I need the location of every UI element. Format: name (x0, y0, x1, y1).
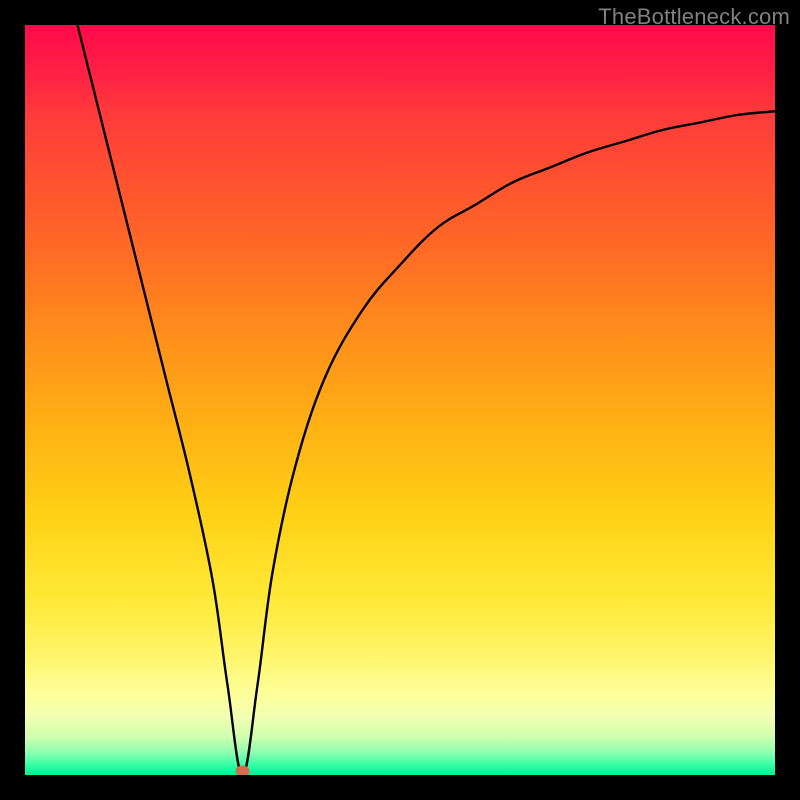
plot-area (25, 25, 775, 775)
bottleneck-curve (78, 25, 776, 775)
chart-frame: TheBottleneck.com (0, 0, 800, 800)
watermark-text: TheBottleneck.com (598, 4, 790, 30)
curve-layer (25, 25, 775, 775)
minimum-marker (236, 766, 250, 776)
